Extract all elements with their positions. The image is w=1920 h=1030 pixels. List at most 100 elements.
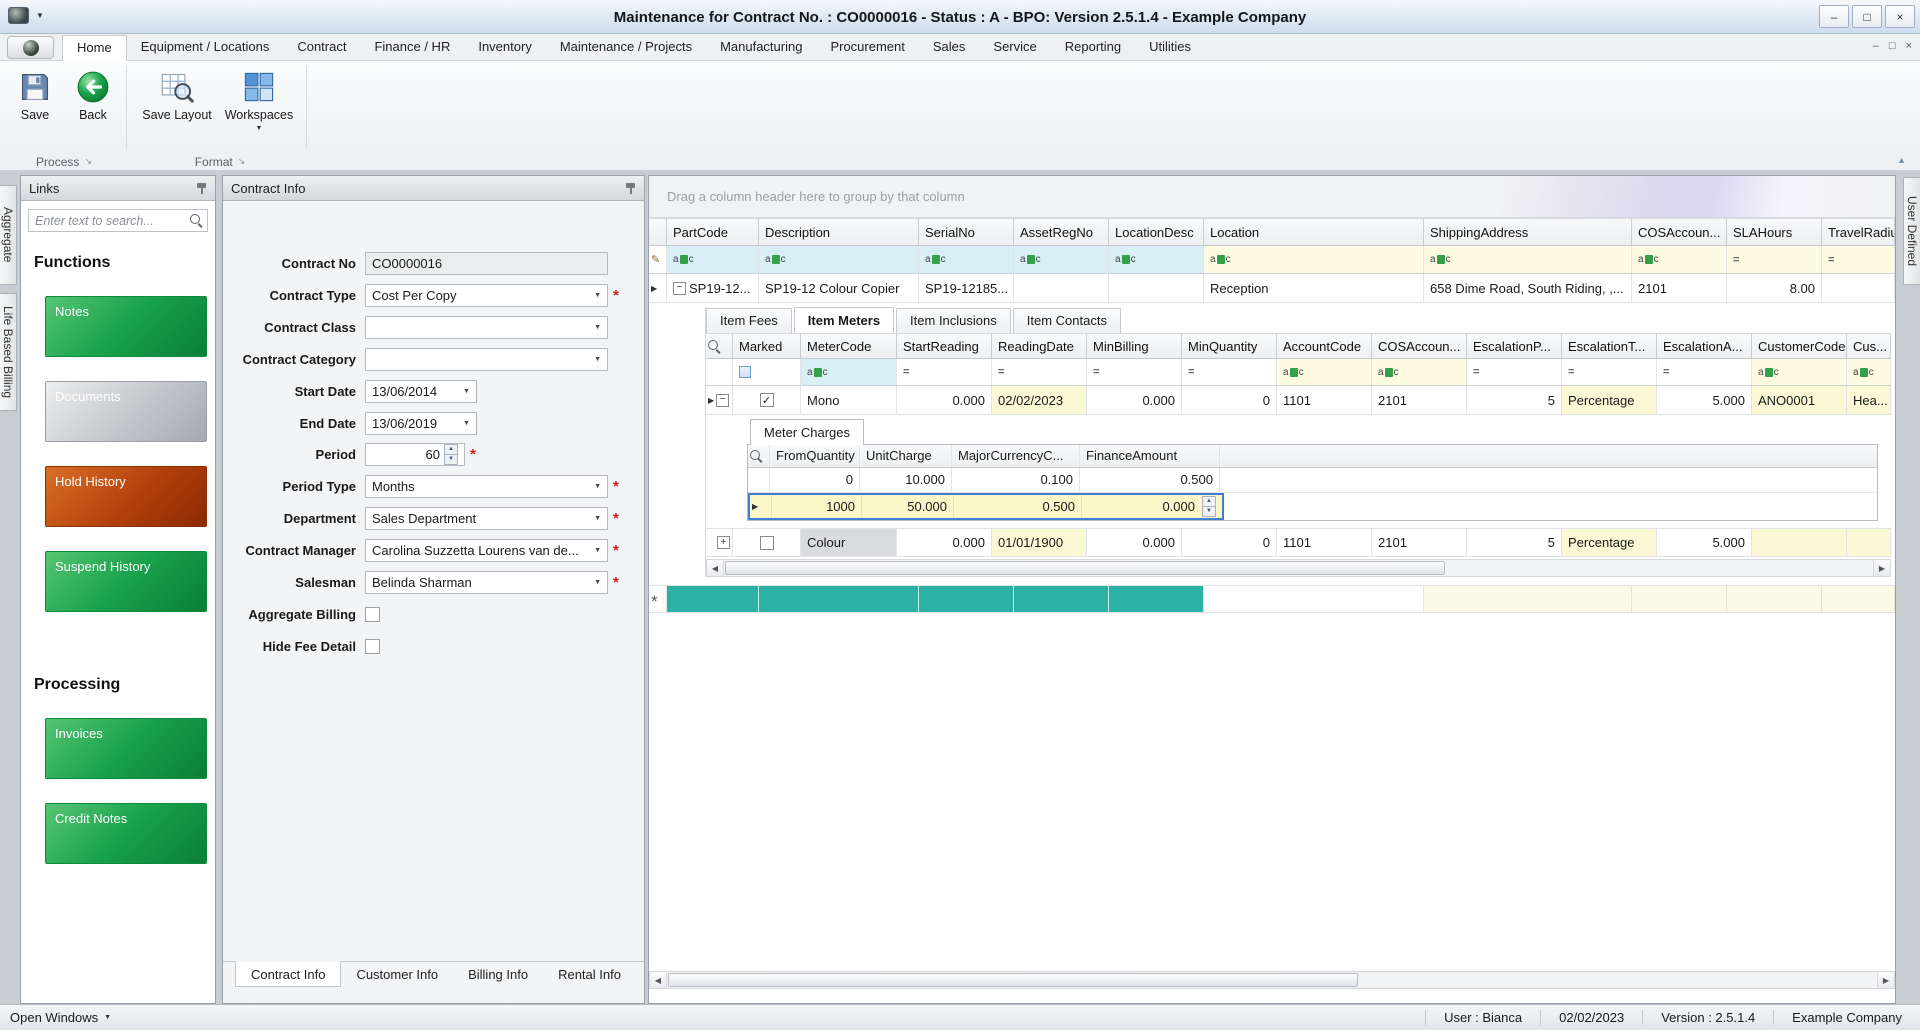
charges-column-header-financeamount[interactable]: FinanceAmount xyxy=(1080,445,1220,467)
filter-cell-location[interactable] xyxy=(1204,246,1424,273)
charges-selected-row-box[interactable]: ▶ 1000 50.000 0.500 0.000 ▲ ▼ xyxy=(748,493,1224,520)
minimize-button[interactable]: – xyxy=(1819,5,1849,28)
meters-filter-minbilling[interactable]: = xyxy=(1087,359,1182,385)
column-header-location[interactable]: Location xyxy=(1204,219,1424,245)
filter-cell-slahours[interactable]: = xyxy=(1727,246,1822,273)
documents-button[interactable]: Documents xyxy=(45,381,207,442)
collapse-row-button[interactable]: − xyxy=(716,393,730,407)
spinner-up-icon[interactable]: ▲ xyxy=(1203,497,1215,507)
links-pin-icon[interactable] xyxy=(196,182,207,195)
child-close-button[interactable]: × xyxy=(1906,40,1912,52)
cell-cus[interactable]: Hea... xyxy=(1847,386,1891,414)
save-layout-button[interactable]: Save Layout xyxy=(138,66,216,150)
cell-slahours[interactable]: 8.00 xyxy=(1727,274,1822,302)
department-dropdown[interactable]: Sales Department ▼ xyxy=(365,506,608,530)
cell-escalationa[interactable]: 5.000 xyxy=(1657,529,1752,556)
hide-fee-detail-checkbox[interactable] xyxy=(365,638,380,654)
tab-home[interactable]: Home xyxy=(62,35,127,61)
new-cell-description[interactable] xyxy=(759,586,919,612)
child-minimize-button[interactable]: – xyxy=(1873,40,1879,52)
tab-finance-hr[interactable]: Finance / HR xyxy=(360,34,464,61)
meters-filter-metercode[interactable] xyxy=(801,359,897,385)
column-header-serialno[interactable]: SerialNo xyxy=(919,219,1014,245)
cell-travelradius[interactable] xyxy=(1822,274,1895,302)
column-header-description[interactable]: Description xyxy=(759,219,919,245)
spinner-up-icon[interactable]: ▲ xyxy=(445,445,457,455)
cell-partcode[interactable]: − SP19-12... xyxy=(667,274,759,302)
detail-hscrollbar[interactable]: ◀ ▶ xyxy=(706,559,1891,577)
filter-cell-serialno[interactable] xyxy=(919,246,1014,273)
tab-item-contacts[interactable]: Item Contacts xyxy=(1012,308,1121,333)
cell-majorcurrency[interactable]: 0.100 xyxy=(952,467,1080,492)
sidebar-tab-user-defined[interactable]: User Defined xyxy=(1903,177,1920,285)
tab-inventory[interactable]: Inventory xyxy=(464,34,545,61)
scroll-thumb[interactable] xyxy=(725,561,1445,575)
charges-column-header-unitcharge[interactable]: UnitCharge xyxy=(860,445,952,467)
cell-serialno[interactable]: SP19-12185... xyxy=(919,274,1014,302)
workspaces-button[interactable]: Workspaces ▼ xyxy=(222,66,296,150)
scroll-thumb[interactable] xyxy=(668,973,1358,987)
tab-manufacturing[interactable]: Manufacturing xyxy=(706,34,816,61)
period-type-dropdown[interactable]: Months ▼ xyxy=(365,474,608,498)
cell-accountcode[interactable]: 1101 xyxy=(1277,529,1372,556)
meters-column-header-escalationt[interactable]: EscalationT... xyxy=(1562,334,1657,358)
cell-shippingaddress[interactable]: 658 Dime Road, South Riding, ,... xyxy=(1424,274,1632,302)
tab-sales[interactable]: Sales xyxy=(919,34,980,61)
cell-startreading[interactable]: 0.000 xyxy=(897,529,992,556)
meters-filter-startreading[interactable]: = xyxy=(897,359,992,385)
credit-notes-button[interactable]: Credit Notes xyxy=(45,803,207,864)
meters-filter-marked[interactable] xyxy=(733,359,801,385)
column-header-cosaccount[interactable]: COSAccoun... xyxy=(1632,219,1727,245)
cell-cosaccount[interactable]: 2101 xyxy=(1372,529,1467,556)
filter-cell-shippingaddress[interactable] xyxy=(1424,246,1632,273)
meters-column-header-minbilling[interactable]: MinBilling xyxy=(1087,334,1182,358)
meters-column-header-marked[interactable]: Marked xyxy=(733,334,801,358)
tab-item-meters[interactable]: Item Meters xyxy=(793,307,895,333)
start-date-field[interactable]: 13/06/2014 ▼ xyxy=(365,379,477,403)
meters-filter-minquantity[interactable]: = xyxy=(1182,359,1277,385)
dropdown-arrow-icon[interactable]: ▼ xyxy=(589,547,601,554)
marked-checkbox[interactable]: ✓ xyxy=(759,393,774,407)
charges-column-header-majorcurrency[interactable]: MajorCurrencyC... xyxy=(952,445,1080,467)
dropdown-arrow-icon[interactable]: ▼ xyxy=(589,324,601,331)
dropdown-arrow-icon[interactable]: ▼ xyxy=(589,292,601,299)
scroll-left-button[interactable]: ◀ xyxy=(707,560,724,576)
new-cell-travelradius[interactable] xyxy=(1822,586,1895,612)
equipment-row[interactable]: ▶ − SP19-12... SP19-12 Colour Copier SP1… xyxy=(649,274,1895,303)
dialog-launcher-icon[interactable]: ↘ xyxy=(238,156,246,167)
sidebar-tab-aggregate[interactable]: Aggregate xyxy=(0,185,17,285)
end-date-field[interactable]: 13/06/2019 ▼ xyxy=(365,411,477,435)
meters-column-header-startreading[interactable]: StartReading xyxy=(897,334,992,358)
tab-item-inclusions[interactable]: Item Inclusions xyxy=(896,308,1011,333)
meter-row-mono[interactable]: ▶ − ✓ Mono 0.000 02/02/2023 0.000 0 1101… xyxy=(706,386,1891,415)
new-cell-assetregno[interactable] xyxy=(1014,586,1109,612)
cell-escalationp[interactable]: 5 xyxy=(1467,529,1562,556)
new-item-row[interactable]: * xyxy=(649,585,1895,613)
column-header-assetregno[interactable]: AssetRegNo xyxy=(1014,219,1109,245)
charges-row-2[interactable]: ▶ 1000 50.000 0.500 0.000 ▲ ▼ xyxy=(748,493,1877,520)
filter-cell-travelradius[interactable]: = xyxy=(1822,246,1895,273)
meters-column-header-readingdate[interactable]: ReadingDate xyxy=(992,334,1087,358)
cell-readingdate[interactable]: 01/01/1900 xyxy=(992,529,1087,556)
meters-filter-readingdate[interactable]: = xyxy=(992,359,1087,385)
column-header-slahours[interactable]: SLAHours xyxy=(1727,219,1822,245)
cell-readingdate[interactable]: 02/02/2023 xyxy=(992,386,1087,414)
group-by-bar[interactable]: Drag a column header here to group by th… xyxy=(649,176,1895,218)
meters-filter-escalationa[interactable]: = xyxy=(1657,359,1752,385)
new-cell-locationdesc[interactable] xyxy=(1109,586,1204,612)
cell-location[interactable]: Reception xyxy=(1204,274,1424,302)
scroll-right-button[interactable]: ▶ xyxy=(1877,972,1894,988)
tab-utilities[interactable]: Utilities xyxy=(1135,34,1205,61)
filter-cell-assetregno[interactable] xyxy=(1014,246,1109,273)
aggregate-billing-checkbox[interactable] xyxy=(365,606,380,622)
contract-no-field[interactable]: CO0000016 xyxy=(365,251,608,275)
cell-financeamount-editor[interactable]: 0.000 ▲ ▼ xyxy=(1082,495,1222,518)
contract-type-dropdown[interactable]: Cost Per Copy ▼ xyxy=(365,283,608,307)
cell-minquantity[interactable]: 0 xyxy=(1182,529,1277,556)
cell-accountcode[interactable]: 1101 xyxy=(1277,386,1372,414)
open-windows-button[interactable]: Open Windows ▼ xyxy=(0,1010,111,1025)
cell-minbilling[interactable]: 0.000 xyxy=(1087,529,1182,556)
meters-filter-escalationt[interactable]: = xyxy=(1562,359,1657,385)
cell-marked[interactable]: ✓ xyxy=(733,386,801,414)
search-icon[interactable] xyxy=(708,340,720,352)
